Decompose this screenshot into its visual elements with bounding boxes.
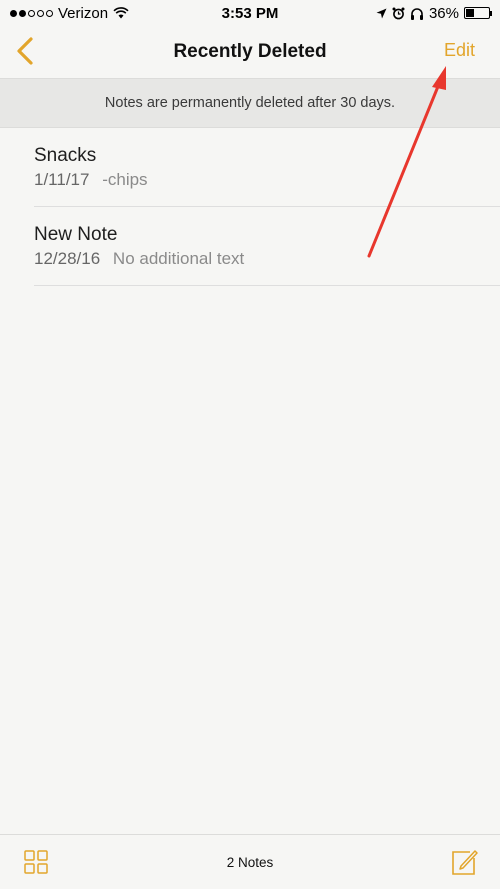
chevron-left-icon[interactable] <box>14 36 38 66</box>
battery-level-fill <box>466 9 474 17</box>
battery-icon <box>464 7 492 19</box>
notes-list: Snacks 1/11/17 -chips New Note 12/28/16 … <box>0 128 500 286</box>
headphones-icon <box>410 7 423 20</box>
list-item[interactable]: New Note 12/28/16 No additional text <box>0 207 500 286</box>
status-right: 36% <box>376 4 492 22</box>
note-preview: -chips <box>102 170 148 189</box>
battery-percent: 36% <box>428 4 459 22</box>
note-title: Snacks <box>34 145 97 166</box>
compose-icon[interactable] <box>450 848 478 876</box>
carrier-name: Verizon <box>58 4 109 22</box>
status-left: Verizon <box>10 5 129 22</box>
status-bar: Verizon 3:53 PM 36% <box>0 0 500 26</box>
note-preview: No additional text <box>112 249 245 268</box>
deletion-info-banner: Notes are permanently deleted after 30 d… <box>0 78 500 128</box>
navigation-bar: Recently Deleted Edit <box>0 26 500 78</box>
alarm-icon <box>392 7 405 19</box>
note-title: New Note <box>34 224 118 245</box>
location-arrow-icon <box>376 8 387 18</box>
banner-text: Notes are permanently deleted after 30 d… <box>104 95 396 111</box>
signal-strength-icon <box>10 9 53 17</box>
note-count: 2 Notes <box>226 854 274 870</box>
grid-icon[interactable] <box>24 850 48 874</box>
bottom-toolbar: 2 Notes <box>0 834 500 889</box>
note-subtitle: 1/11/17 -chips <box>34 170 466 190</box>
note-date: 12/28/16 <box>34 249 101 268</box>
wifi-icon <box>113 7 129 19</box>
note-subtitle: 12/28/16 No additional text <box>34 249 466 269</box>
list-item[interactable]: Snacks 1/11/17 -chips <box>0 128 500 207</box>
page-title: Recently Deleted <box>173 41 327 62</box>
note-date: 1/11/17 <box>34 170 90 189</box>
edit-button[interactable]: Edit <box>444 40 475 61</box>
